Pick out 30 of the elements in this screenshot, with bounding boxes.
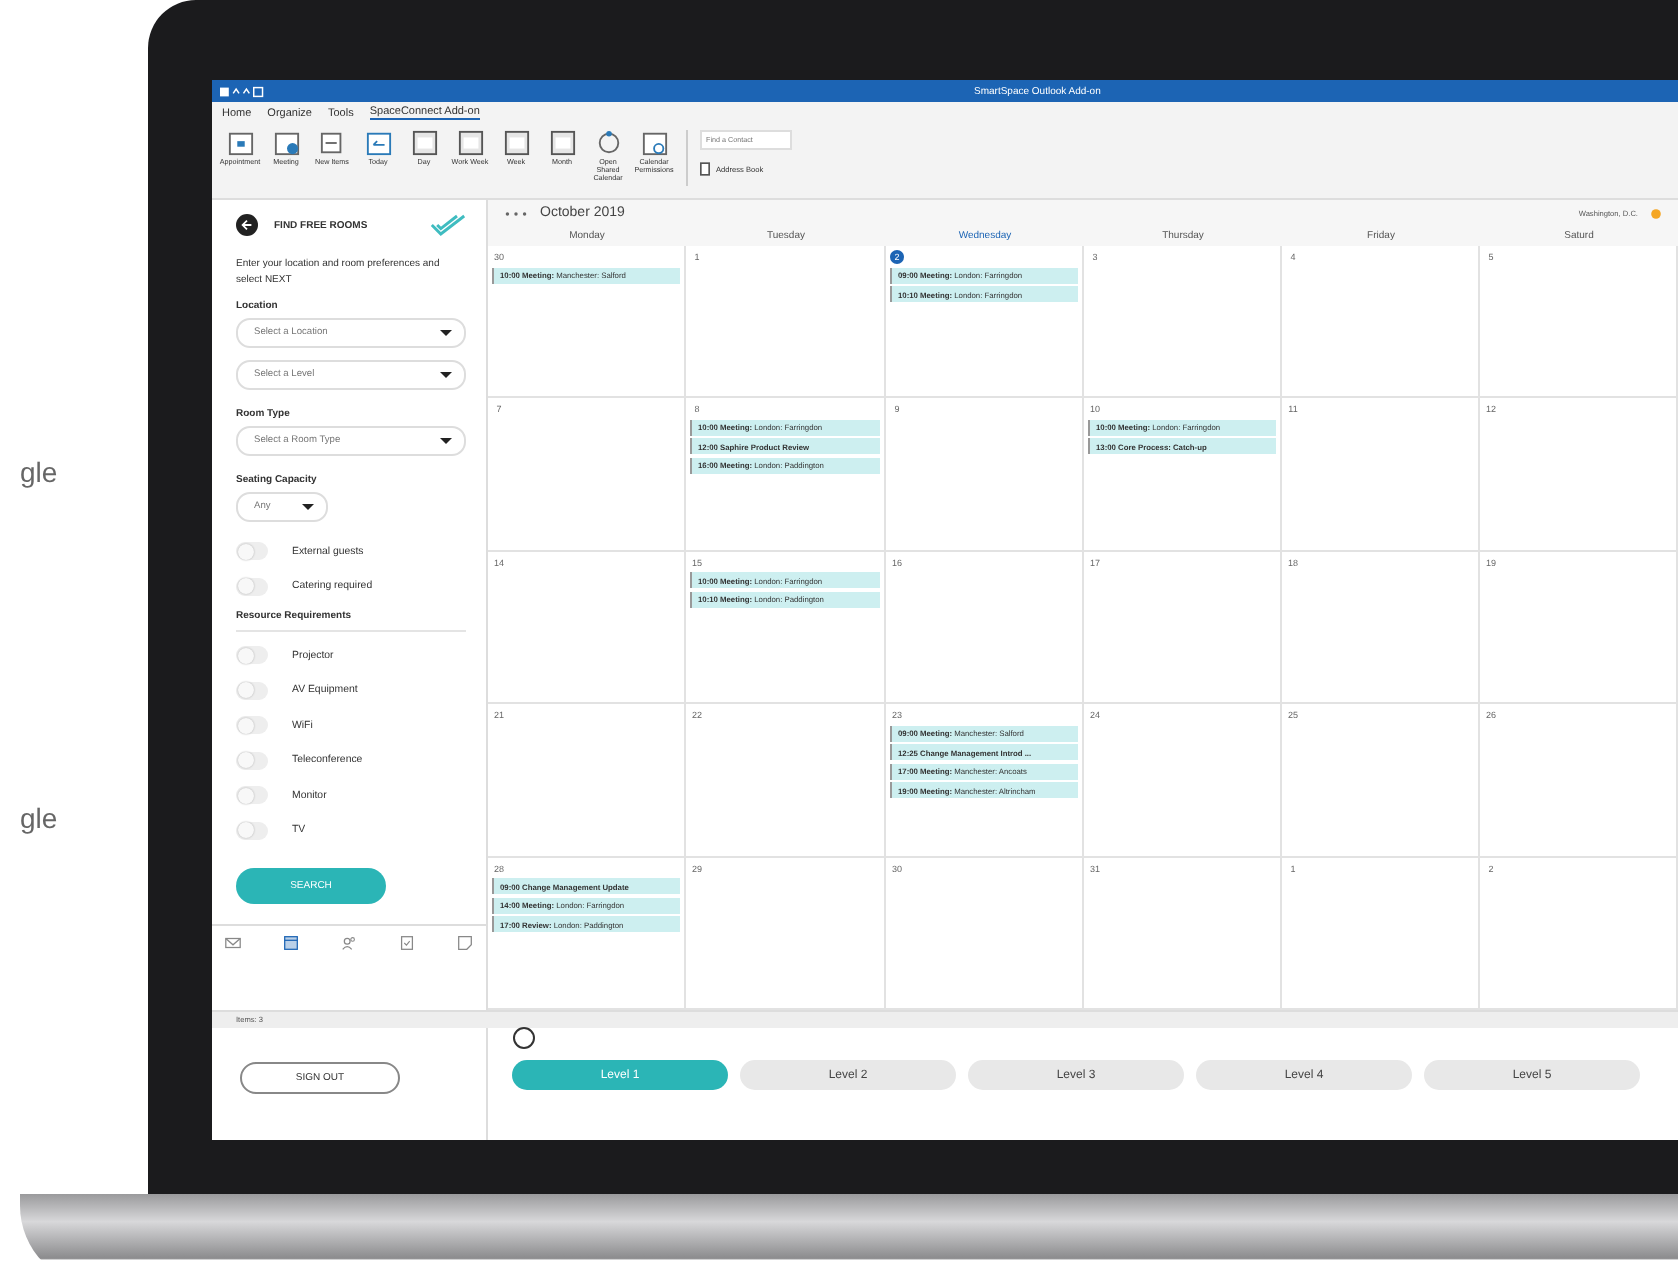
more-icon[interactable] [504, 209, 528, 217]
circle-icon [512, 1026, 536, 1050]
book-icon [700, 162, 710, 176]
toggle-switch[interactable] [236, 681, 268, 700]
calendar-view-icon [549, 130, 575, 156]
toggle-switch[interactable] [236, 786, 268, 805]
toggle-switch[interactable] [236, 716, 268, 735]
calendar-view-icon [411, 130, 437, 156]
document-icon [319, 130, 345, 156]
calendar-view-icon [457, 130, 483, 156]
toggle-switch[interactable] [236, 646, 268, 665]
people-icon[interactable] [340, 934, 358, 952]
notes-icon[interactable] [456, 934, 474, 952]
mail-icon[interactable] [224, 934, 242, 952]
calendar-ring-icon [641, 130, 667, 156]
back-icon[interactable] [236, 214, 258, 236]
ring-icon [595, 130, 621, 156]
quick-access-icons [220, 85, 264, 97]
background-text: gle [20, 802, 60, 834]
calendar-icon [227, 130, 253, 156]
calendar-view-icon [503, 130, 529, 156]
check-logo-icon [430, 212, 466, 238]
toggle-switch[interactable] [236, 577, 268, 596]
background-text: gle [20, 456, 60, 488]
toggle-switch[interactable] [236, 751, 268, 770]
toggle-switch[interactable] [236, 821, 268, 840]
calendar-icon[interactable] [282, 934, 300, 952]
toggle-switch[interactable] [236, 542, 268, 561]
tasks-icon[interactable] [398, 934, 416, 952]
weather-icon [1650, 207, 1662, 219]
